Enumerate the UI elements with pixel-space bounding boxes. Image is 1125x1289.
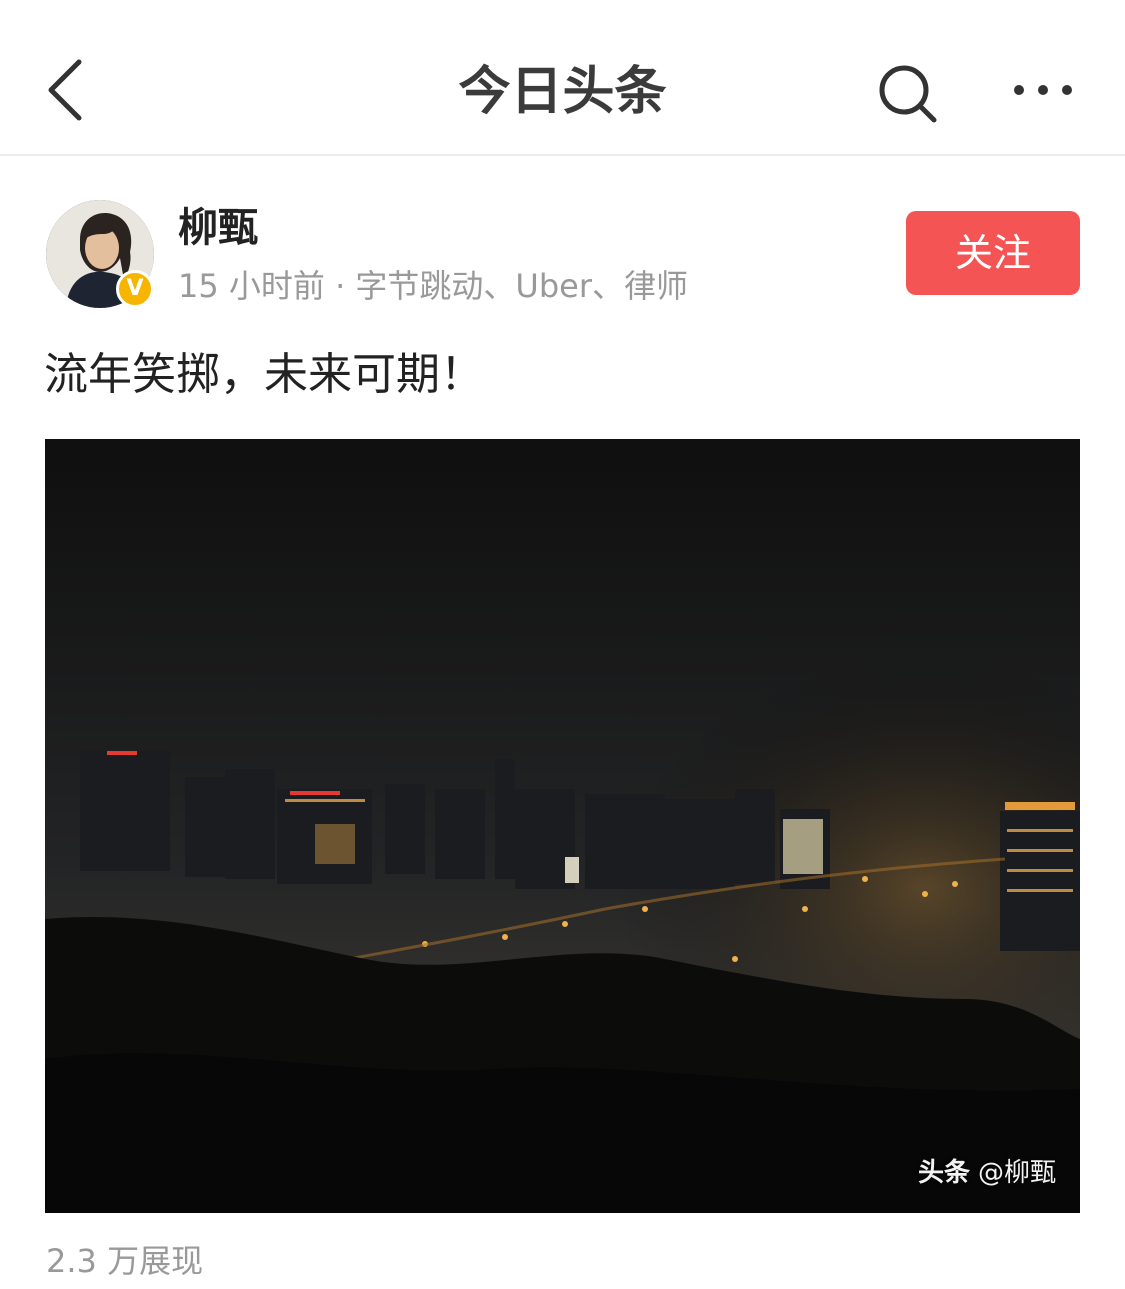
search-button[interactable] — [870, 56, 946, 132]
image-watermark: 头条 @柳甄 — [918, 1153, 1056, 1193]
back-button[interactable] — [30, 52, 100, 128]
search-icon — [879, 65, 937, 123]
post-image[interactable]: 头条 @柳甄 — [45, 439, 1080, 1213]
chevron-left-icon — [48, 59, 82, 121]
top-navbar: 今日头条 — [0, 0, 1125, 156]
page-title: 今日头条 — [458, 62, 667, 122]
more-dots-icon — [1014, 85, 1072, 95]
night-city-skyline-photo — [45, 439, 1080, 1213]
author-avatar-container[interactable]: V — [46, 200, 158, 312]
author-name[interactable]: 柳甄 — [178, 200, 258, 256]
post-meta: 15 小时前 · 字节跳动、Uber、律师 — [178, 267, 688, 305]
verified-v-icon: V — [116, 270, 154, 308]
more-button[interactable] — [998, 60, 1088, 120]
watermark-brand: 头条 — [917, 1158, 970, 1188]
watermark-user: @柳甄 — [977, 1158, 1056, 1188]
post-text: 流年笑掷，未来可期！ — [44, 349, 484, 400]
view-count: 2.3 万展现 — [46, 1242, 204, 1280]
follow-button[interactable]: 关注 — [906, 211, 1080, 295]
article-page: 今日头条 V 柳甄 15 小时前 · 字节跳动、Uber、律师 关注 流年笑掷，… — [0, 0, 1125, 1289]
